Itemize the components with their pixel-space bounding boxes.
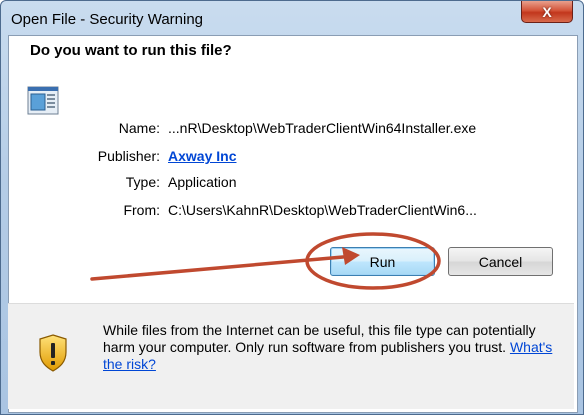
title-bar[interactable]: Open File - Security Warning X: [1, 1, 583, 35]
type-value: Application: [168, 174, 237, 190]
from-label: From:: [123, 202, 160, 218]
close-button[interactable]: X: [521, 1, 573, 23]
shield-warning-icon: [39, 334, 67, 372]
publisher-label: Publisher:: [97, 148, 160, 164]
from-value: C:\Users\KahnR\Desktop\WebTraderClientWi…: [168, 202, 477, 218]
window-title: Open File - Security Warning: [11, 11, 204, 28]
cancel-button[interactable]: Cancel: [448, 247, 553, 276]
application-file-icon: [27, 86, 59, 115]
run-button[interactable]: Run: [330, 247, 435, 276]
warning-message: While files from the Internet can be use…: [103, 322, 563, 373]
name-value: ...nR\Desktop\WebTraderClientWin64Instal…: [168, 120, 477, 136]
name-label: Name:: [118, 120, 160, 136]
warning-text: While files from the Internet can be use…: [103, 322, 536, 355]
close-icon: X: [542, 3, 552, 20]
type-label: Type:: [125, 174, 160, 190]
publisher-link[interactable]: Axway Inc: [168, 148, 236, 164]
dialog-question: Do you want to run this file?: [30, 42, 232, 59]
